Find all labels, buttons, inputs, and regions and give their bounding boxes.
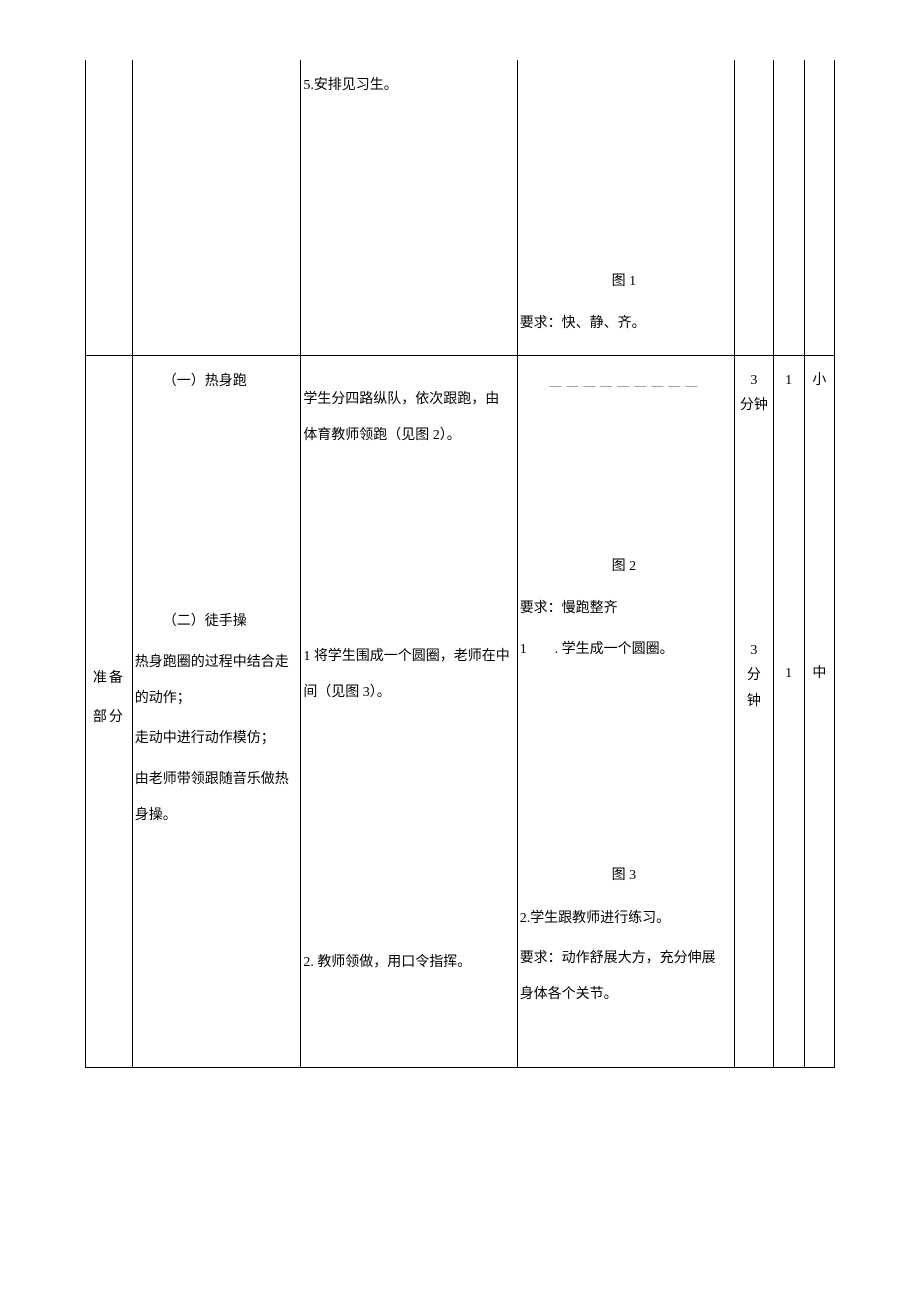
cell-student: — — — — — — — — — 图 2 要求：慢跑整齐 1 . 学生成一个圆… (517, 355, 734, 1067)
cell-section (86, 60, 133, 355)
time-a-unit: 分钟 (737, 393, 770, 418)
figure-2-label: 图 2 (520, 549, 728, 585)
cell-intensity (804, 60, 834, 355)
figure-2-placeholder (520, 413, 728, 543)
student-requirement: 要求：快、静、齐。 (520, 306, 728, 342)
cell-count: 1 1 (773, 355, 804, 1067)
section-label-a: 准备 (86, 664, 132, 695)
teacher-t2: 1 将学生围成一个圆圈，老师在中间（见图 3）。 (303, 639, 510, 712)
content-heading-2: （二）徒手操 (135, 604, 295, 640)
table-row: 准备 部分 （一）热身跑 （二）徒手操 热身跑圈的过程中结合走的动作； 走动中进… (86, 355, 835, 1067)
count-b: 1 (776, 661, 802, 686)
cell-count (773, 60, 804, 355)
cell-content: （一）热身跑 （二）徒手操 热身跑圈的过程中结合走的动作； 走动中进行动作模仿；… (132, 355, 301, 1067)
content-p2: 走动中进行动作模仿； (135, 721, 295, 757)
figure-1-placeholder (520, 68, 728, 258)
section-label-b: 部分 (86, 703, 132, 734)
content-p1: 热身跑圈的过程中结合走的动作； (135, 645, 295, 718)
section-label: 准备 部分 (86, 356, 132, 734)
student-req1: 要求：慢跑整齐 (520, 591, 728, 627)
content-heading-1: （一）热身跑 (135, 364, 295, 400)
content-p3: 由老师带领跟随音乐做热身操。 (135, 762, 295, 835)
cell-teacher: 学生分四路纵队，依次跟跑，由体育教师领跑（见图 2）。 1 将学生围成一个圆圈，… (301, 355, 517, 1067)
dash-line: — — — — — — — — — (520, 370, 728, 401)
cell-student: 图 1 要求：快、静、齐。 (517, 60, 734, 355)
teacher-item: 5.安排见习生。 (303, 68, 510, 104)
teacher-t1: 学生分四路纵队，依次跟跑，由体育教师领跑（见图 2）。 (303, 382, 510, 455)
time-b-unit2: 钟 (737, 689, 770, 714)
cell-time (735, 60, 773, 355)
cell-teacher: 5.安排见习生。 (301, 60, 517, 355)
cell-content (132, 60, 301, 355)
figure-3-label: 图 3 (520, 858, 728, 894)
cell-time: 3 分钟 3 分 钟 (735, 355, 773, 1067)
figure-3-placeholder (520, 672, 728, 852)
time-a: 3 (737, 368, 770, 393)
time-b-unit1: 分 (737, 663, 770, 688)
time-b: 3 (737, 638, 770, 663)
cell-section: 准备 部分 (86, 355, 133, 1067)
student-p2: 2.学生跟教师进行练习。 (520, 901, 728, 937)
intensity-a: 小 (807, 368, 832, 393)
student-req2: 要求：动作舒展大方，充分伸展身体各个关节。 (520, 941, 728, 1014)
student-p1: 1 . 学生成一个圆圈。 (520, 632, 728, 668)
intensity-b: 中 (807, 661, 832, 686)
cell-intensity: 小 中 (804, 355, 834, 1067)
lesson-plan-table: 5.安排见习生。 图 1 要求：快、静、齐。 准备 部分 （一）热身跑 （二）徒… (85, 60, 835, 1068)
teacher-t3: 2. 教师领做，用口令指挥。 (303, 945, 510, 981)
table-row: 5.安排见习生。 图 1 要求：快、静、齐。 (86, 60, 835, 355)
count-a: 1 (776, 368, 802, 393)
figure-1-label: 图 1 (520, 264, 728, 300)
